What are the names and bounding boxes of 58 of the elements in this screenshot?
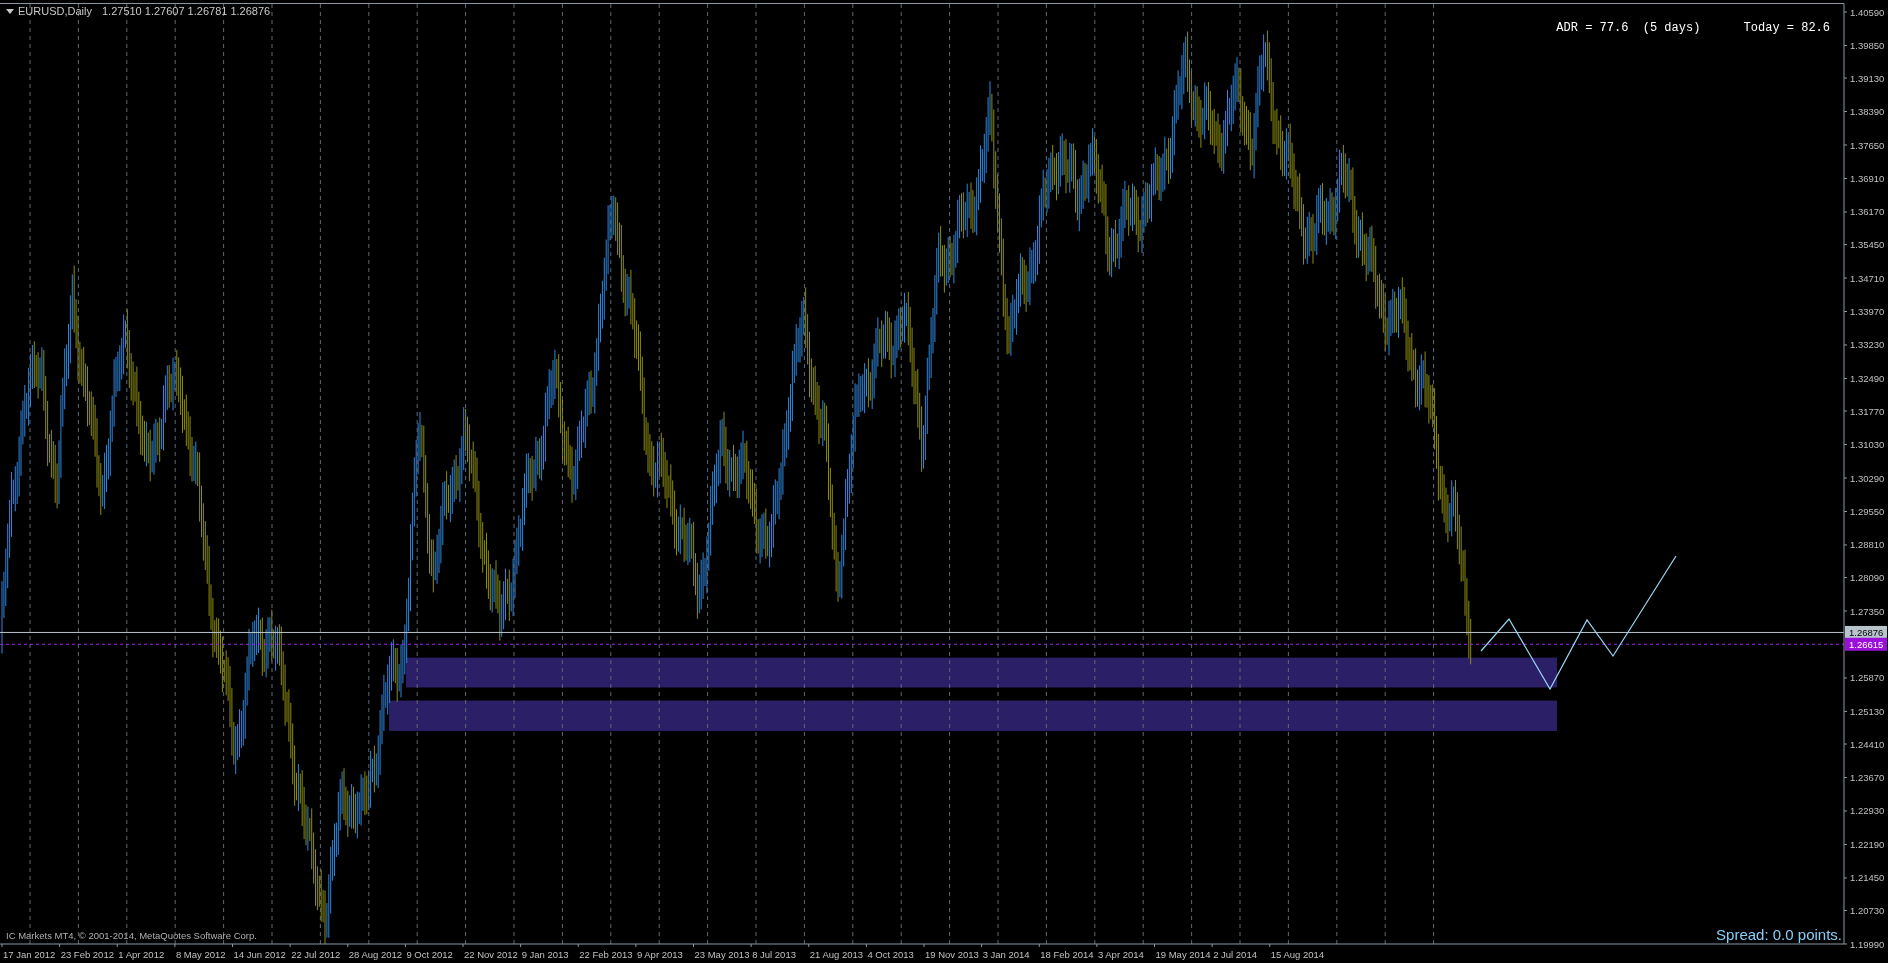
price-tick-label: 1.39850 — [1850, 40, 1885, 51]
date-label: 8 Jul 2013 — [752, 949, 796, 960]
price-tick-label: 1.20730 — [1850, 905, 1885, 916]
date-label: 9 Apr 2013 — [636, 949, 683, 960]
date-label: 2 Jul 2014 — [1213, 949, 1257, 960]
date-label: 1 Apr 2012 — [118, 949, 165, 960]
price-tick-label: 1.27350 — [1850, 605, 1885, 617]
price-tick-label: 1.19990 — [1850, 938, 1885, 950]
price-tick-label: 1.33970 — [1850, 306, 1885, 317]
date-label: 22 Nov 2012 — [464, 949, 518, 960]
price-tick-label: 1.28090 — [1850, 572, 1885, 584]
price-tick-label: 1.23670 — [1850, 772, 1885, 783]
price-tick-label: 1.34710 — [1850, 272, 1885, 284]
date-label: 3 Jan 2014 — [982, 949, 1030, 960]
date-label: 22 Jul 2012 — [291, 949, 341, 960]
copyright-text: IC Markets MT4, © 2001-2014, MetaQuotes Software Corp. — [6, 929, 257, 943]
date-label: 17 Jan 2012 — [3, 949, 56, 960]
date-label: 28 Aug 2012 — [348, 949, 403, 960]
price-tick-label: 1.39130 — [1850, 72, 1885, 84]
date-label: 14 Jun 2012 — [233, 949, 286, 960]
price-tick-label: 1.36170 — [1850, 206, 1885, 218]
price-tick-label: 1.38390 — [1850, 106, 1885, 118]
date-label: 9 Oct 2012 — [406, 949, 453, 960]
price-tick-label: 1.29550 — [1850, 506, 1885, 517]
price-tick-label: 1.28810 — [1850, 539, 1885, 551]
date-label: 21 Aug 2013 — [809, 949, 864, 960]
dropdown-icon[interactable] — [6, 8, 14, 14]
price-tick-label: 1.32490 — [1850, 372, 1885, 384]
date-label: 18 Feb 2014 — [1040, 949, 1094, 960]
adr-readout: ADR = 77.6 (5 days) Today = 82.6 — [1556, 20, 1830, 37]
price-tick-label: 1.25130 — [1850, 705, 1885, 717]
price-tick-label: 1.37650 — [1850, 139, 1885, 151]
price-tick-label: 1.22190 — [1850, 838, 1885, 850]
spread-readout: Spread: 0.0 points. — [1716, 925, 1842, 945]
date-label: 3 Apr 2014 — [1097, 949, 1144, 960]
date-label: 8 May 2012 — [175, 949, 226, 960]
symbol-label: EURUSD,Daily — [18, 4, 92, 19]
price-label: 1.26876 — [1845, 625, 1887, 639]
date-label: 22 Feb 2013 — [579, 949, 633, 960]
price-tick-label: 1.31030 — [1850, 439, 1885, 450]
price-tick-label: 1.25870 — [1850, 672, 1885, 684]
price-tick-label: 1.22930 — [1850, 805, 1885, 817]
price-tick-label: 1.21450 — [1850, 872, 1885, 884]
price-tick-label: 1.24410 — [1850, 738, 1885, 750]
price-tick-label: 1.30290 — [1850, 472, 1885, 484]
price-tick-label: 1.36910 — [1850, 173, 1885, 184]
price-tick-label: 1.33230 — [1850, 339, 1885, 351]
date-label: 19 Nov 2013 — [925, 949, 979, 960]
price-tick-label: 1.31770 — [1850, 405, 1885, 417]
date-label: 15 Aug 2014 — [1270, 949, 1325, 960]
date-label: 23 Feb 2012 — [60, 949, 114, 960]
date-label: 9 Jan 2013 — [521, 949, 569, 960]
price-tick-label: 1.40590 — [1850, 6, 1885, 18]
price-tick-label: 1.35450 — [1850, 239, 1885, 251]
date-label: 23 May 2013 — [694, 949, 750, 960]
ohlc-values: 1.27510 1.27607 1.26781 1.26876 — [101, 4, 271, 19]
date-label: 4 Oct 2013 — [867, 949, 914, 960]
date-label: 19 May 2014 — [1155, 949, 1211, 960]
